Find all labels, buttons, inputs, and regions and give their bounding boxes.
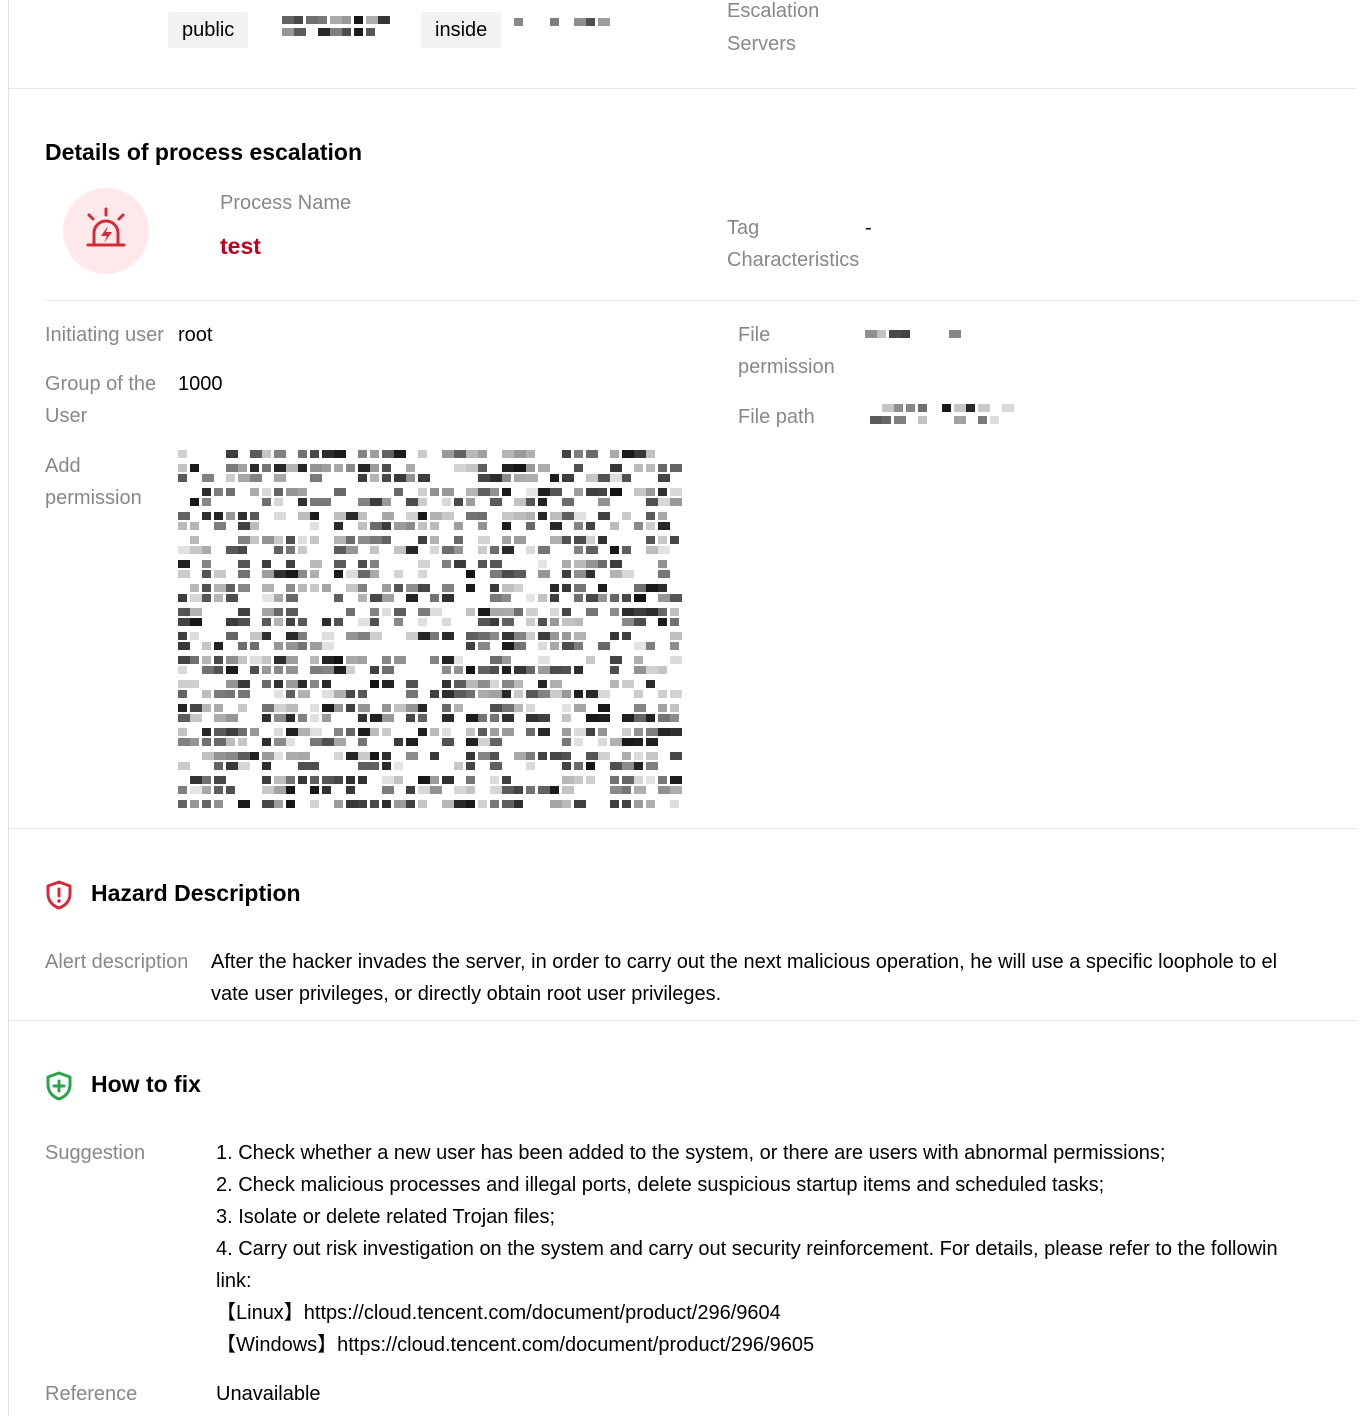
alarm-icon (86, 207, 126, 247)
network-tag-inside: inside (421, 12, 502, 48)
process-name-label: Process Name (220, 192, 352, 214)
section-title-how-to-fix: How to fix (91, 1071, 201, 1097)
suggestion-line: 4. Carry out risk investigation on the s… (216, 1238, 1278, 1260)
section-title-process-escalation: Details of process escalation (45, 139, 363, 165)
group-label-line2: User (45, 405, 88, 427)
divider (9, 1020, 1356, 1021)
suggestion-line: 2. Check malicious processes and illegal… (216, 1174, 1105, 1196)
windows-doc-link: 【Windows】https://cloud.tencent.com/docum… (216, 1334, 815, 1356)
divider (9, 828, 1356, 829)
add-permission-label-line1: Add (45, 455, 81, 477)
shield-plus-icon (46, 1071, 72, 1101)
suggestion-line: 3. Isolate or delete related Trojan file… (216, 1206, 556, 1228)
masked-public-ip (258, 16, 393, 42)
file-path-label: File path (738, 406, 815, 428)
tag-characteristics-label-line1: Tag (727, 217, 760, 239)
network-tag-public-label: public (182, 19, 235, 41)
file-permission-label-line2: permission (738, 356, 835, 378)
initiating-user-label: Initiating user (45, 324, 164, 346)
masked-file-permission-value (865, 330, 963, 348)
tag-characteristics-label-line2: Characteristics (727, 249, 860, 271)
alert-description-label: Alert description (45, 951, 189, 973)
divider (45, 300, 1356, 301)
file-permission-label-line1: File (738, 324, 771, 346)
divider (9, 88, 1356, 89)
masked-add-permission-value (178, 450, 686, 814)
add-permission-label-line2: permission (45, 487, 142, 509)
suggestion-line: 1. Check whether a new user has been add… (216, 1142, 1166, 1164)
escalation-label-line2: Servers (727, 33, 796, 55)
group-label-line1: Group of the (45, 373, 157, 395)
suggestion-label: Suggestion (45, 1142, 146, 1164)
shield-alert-icon (46, 880, 72, 910)
linux-doc-link: 【Linux】https://cloud.tencent.com/documen… (216, 1302, 781, 1324)
section-title-hazard: Hazard Description (91, 880, 301, 906)
left-border (8, 0, 9, 1416)
group-value: 1000 (178, 373, 223, 395)
escalation-label-line1: Escalation (727, 0, 820, 22)
reference-label: Reference (45, 1383, 138, 1405)
masked-inside-ip (514, 18, 626, 36)
tag-characteristics-value: - (865, 217, 872, 239)
alarm-icon-badge (63, 188, 149, 274)
initiating-user-value: root (178, 324, 213, 346)
suggestion-line: link: (216, 1270, 252, 1292)
network-tag-inside-label: inside (435, 19, 488, 41)
reference-value: Unavailable (216, 1383, 321, 1405)
network-tag-public: public (168, 12, 249, 48)
alert-description-line1: After the hacker invades the server, in … (211, 951, 1278, 973)
masked-file-path-value (870, 404, 1014, 432)
process-name-value: test (220, 233, 261, 259)
alert-description-line2: vate user privileges, or directly obtain… (211, 983, 722, 1005)
